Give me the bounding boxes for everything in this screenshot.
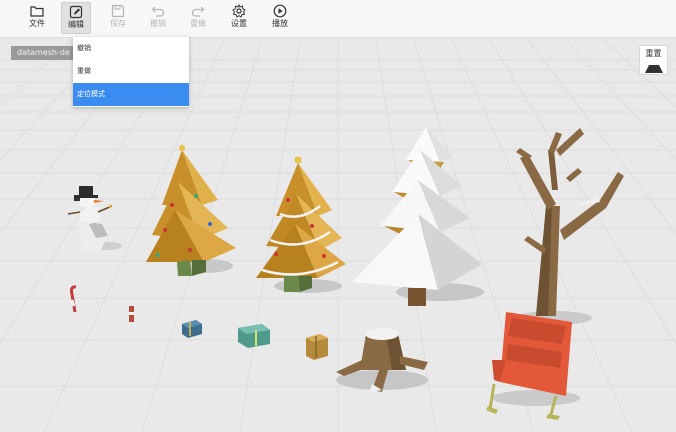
- undo-button[interactable]: 撤销: [144, 2, 172, 32]
- settings-label: 设置: [231, 19, 247, 28]
- scene-name-tag: datamesh-de: [11, 46, 73, 60]
- bare-tree-model[interactable]: [516, 128, 624, 325]
- settings-button[interactable]: 设置: [225, 2, 253, 32]
- menu-item-redo[interactable]: 重做: [73, 60, 189, 83]
- play-icon: [273, 4, 287, 18]
- file-label: 文件: [29, 19, 45, 28]
- main-toolbar: 文件 编辑 保存 撤销 重做 设置 播放: [0, 0, 676, 38]
- edit-icon: [69, 5, 83, 19]
- gift-box-blue-model[interactable]: [182, 320, 202, 338]
- save-label: 保存: [110, 19, 126, 28]
- sleigh-model[interactable]: [486, 312, 580, 420]
- edit-button[interactable]: 编辑: [61, 2, 91, 34]
- candy-cane-model[interactable]: [70, 285, 77, 313]
- snowy-pine-tree-model[interactable]: [352, 127, 484, 306]
- christmas-tree-2-model[interactable]: [256, 156, 346, 294]
- play-button[interactable]: 播放: [266, 2, 294, 32]
- redo-label: 重做: [190, 19, 206, 28]
- edit-label: 编辑: [68, 20, 84, 29]
- edit-dropdown-menu: 撤销 重做 定位模式: [73, 37, 189, 107]
- toy-figure-model[interactable]: [129, 306, 134, 322]
- gift-box-gold-model[interactable]: [306, 334, 328, 360]
- undo-icon: [151, 6, 165, 17]
- reset-view-button[interactable]: 重置: [639, 45, 668, 75]
- play-label: 播放: [272, 19, 288, 28]
- reset-label: 重置: [645, 49, 662, 58]
- file-button[interactable]: 文件: [23, 2, 51, 32]
- menu-item-locate-mode[interactable]: 定位模式: [73, 83, 189, 106]
- reset-view-icon: [644, 65, 663, 73]
- christmas-tree-1-model[interactable]: [146, 144, 236, 276]
- menu-item-undo[interactable]: 撤销: [73, 37, 189, 60]
- redo-icon: [191, 6, 205, 17]
- save-icon: [111, 4, 125, 18]
- gift-box-teal-model[interactable]: [238, 324, 270, 348]
- undo-label: 撤销: [150, 19, 166, 28]
- folder-icon: [30, 6, 44, 17]
- redo-button[interactable]: 重做: [184, 2, 212, 32]
- gear-icon: [232, 4, 246, 18]
- tree-stump-model[interactable]: [336, 328, 428, 392]
- save-button[interactable]: 保存: [104, 2, 132, 32]
